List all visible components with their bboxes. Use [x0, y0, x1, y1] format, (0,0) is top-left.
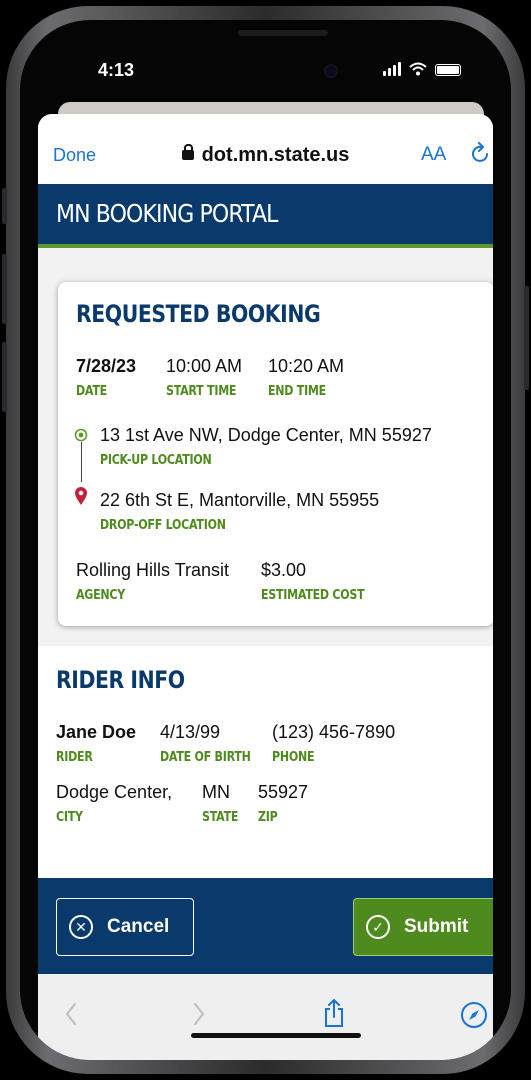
portal-header: MN BOOKING PORTAL: [38, 184, 493, 248]
dropoff-label: DROP-OFF LOCATION: [100, 518, 226, 533]
date-label: DATE: [76, 384, 107, 399]
date-value: 7/28/23: [76, 356, 137, 376]
wifi-icon: [409, 62, 427, 76]
pickup-value: 13 1st Ave NW, Dodge Center, MN 55927: [100, 425, 432, 445]
dob-value: 4/13/99: [160, 722, 221, 742]
cancel-button[interactable]: ✕ Cancel: [56, 898, 194, 956]
state-label: STATE: [202, 810, 239, 825]
submit-label: Submit: [404, 916, 469, 937]
screen-area: 4:13 Done dot.mn.state.us AA MN BOOKING …: [20, 20, 511, 1060]
rider-name-value: Jane Doe: [56, 722, 137, 742]
submit-button[interactable]: ✓ Submit: [353, 898, 493, 956]
share-icon[interactable]: [322, 998, 346, 1028]
requested-booking-card: REQUESTED BOOKING 7/28/23 DATE 10:00 AM …: [58, 282, 493, 626]
action-bar: ✕ Cancel ✓ Submit: [38, 878, 493, 974]
rider-info-section: RIDER INFO Jane Doe RIDER 4/13/99 DATE O…: [38, 646, 493, 878]
check-icon: ✓: [366, 915, 390, 939]
battery-icon: [435, 64, 461, 76]
start-time-label: START TIME: [166, 384, 237, 399]
safari-view: Done dot.mn.state.us AA MN BOOKING PORTA…: [38, 114, 493, 1060]
lock-icon: [181, 144, 194, 160]
reload-icon[interactable]: [470, 142, 492, 166]
start-time-value: 10:00 AM: [166, 356, 243, 376]
forward-chevron-icon[interactable]: [192, 1002, 206, 1026]
zip-label: ZIP: [258, 810, 278, 825]
cost-value: $3.00: [261, 560, 307, 580]
end-time-label: END TIME: [268, 384, 326, 399]
agency-value: Rolling Hills Transit: [76, 560, 230, 580]
browser-bar: Done dot.mn.state.us AA: [38, 114, 493, 184]
compass-icon[interactable]: [460, 1001, 488, 1029]
mute-switch: [2, 188, 7, 224]
route-line: [80, 442, 82, 482]
text-size-label: AA: [421, 144, 447, 165]
rider-name-label: RIDER: [56, 750, 93, 765]
state-value: MN: [202, 782, 230, 802]
cancel-label: Cancel: [107, 916, 170, 937]
city-value: Dodge Center,: [56, 782, 173, 802]
zip-value: 55927: [258, 782, 309, 802]
dropoff-value: 22 6th St E, Mantorville, MN 55955: [100, 490, 380, 510]
back-chevron-icon[interactable]: [64, 1002, 78, 1026]
portal-title: MN BOOKING PORTAL: [56, 199, 278, 228]
city-label: CITY: [56, 810, 83, 825]
home-indicator[interactable]: [191, 1033, 361, 1038]
cost-label: ESTIMATED COST: [261, 588, 365, 603]
volume-up-button: [2, 254, 7, 324]
status-icons: [383, 62, 461, 76]
end-time-value: 10:20 AM: [268, 356, 345, 376]
dropoff-pin-icon: [75, 487, 87, 505]
booking-title: REQUESTED BOOKING: [76, 300, 321, 328]
cellular-signal-icon: [383, 62, 401, 76]
browser-toolbar: [38, 974, 493, 1060]
phone-label: PHONE: [272, 750, 315, 765]
rider-title: RIDER INFO: [56, 666, 185, 694]
volume-down-button: [2, 342, 7, 412]
agency-label: AGENCY: [76, 588, 126, 603]
speaker-slot: [238, 30, 328, 36]
text-size-button[interactable]: AA: [421, 144, 446, 166]
front-camera: [324, 64, 338, 78]
pickup-label: PICK-UP LOCATION: [100, 453, 212, 468]
phone-frame: 4:13 Done dot.mn.state.us AA MN BOOKING …: [2, 6, 529, 1074]
url-text: dot.mn.state.us: [201, 144, 350, 166]
phone-value: (123) 456-7890: [272, 722, 396, 742]
status-time: 4:13: [98, 60, 135, 80]
dob-label: DATE OF BIRTH: [160, 750, 251, 765]
power-button: [524, 286, 529, 390]
close-icon: ✕: [69, 915, 93, 939]
pickup-dot-icon: [74, 428, 88, 442]
